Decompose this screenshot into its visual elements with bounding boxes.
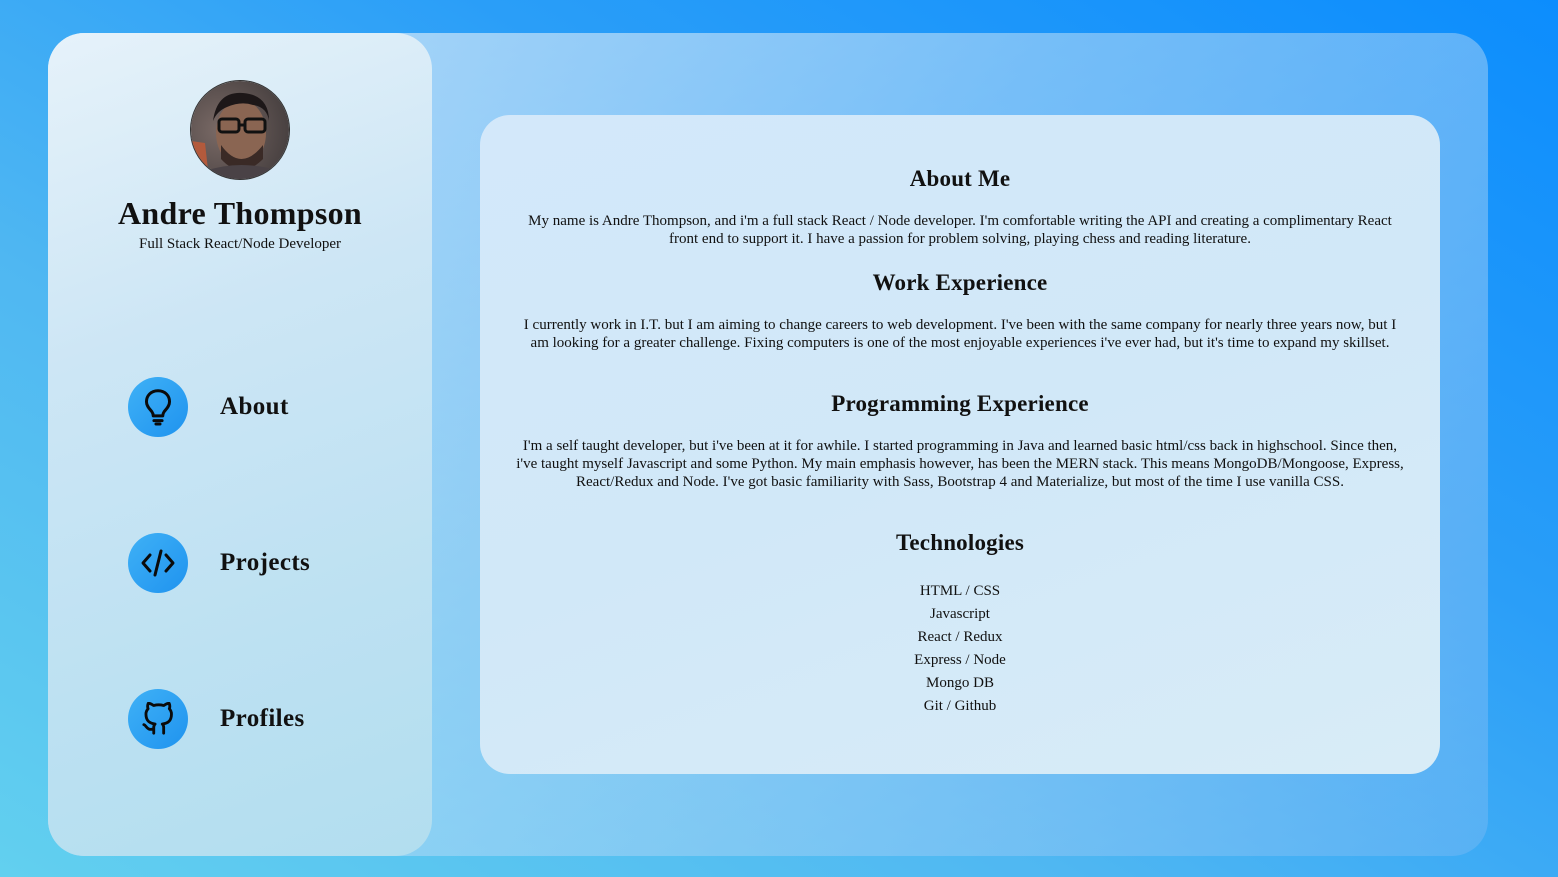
list-item: React / Redux: [917, 629, 1003, 645]
nav-label-projects: Projects: [220, 549, 311, 576]
nav-item-profiles[interactable]: Profiles: [128, 689, 305, 749]
sidebar: Andre Thompson Full Stack React/Node Dev…: [48, 33, 432, 856]
list-item: Express / Node: [914, 652, 1006, 668]
avatar: [190, 80, 290, 180]
programming-experience-text: I'm a self taught developer, but i've be…: [516, 438, 1404, 490]
list-item: Mongo DB: [926, 675, 994, 691]
nav-label-profiles: Profiles: [220, 705, 305, 732]
technologies-heading: Technologies: [895, 530, 1025, 555]
work-experience-heading: Work Experience: [872, 270, 1048, 295]
main-panel: Andre Thompson Full Stack React/Node Dev…: [48, 33, 1488, 856]
list-item: Git / Github: [923, 698, 997, 714]
technologies-list: HTML / CSS Javascript React / Redux Expr…: [480, 580, 1440, 718]
code-icon: [128, 533, 188, 593]
about-me-text: My name is Andre Thompson, and i'm a ful…: [528, 213, 1392, 247]
github-icon: [128, 689, 188, 749]
about-me-heading: About Me: [909, 166, 1011, 191]
nav-item-about[interactable]: About: [128, 377, 289, 437]
lightbulb-icon: [128, 377, 188, 437]
profile-name: Andre Thompson: [118, 195, 362, 231]
nav-item-projects[interactable]: Projects: [128, 533, 310, 593]
list-item: HTML / CSS: [919, 583, 1001, 599]
list-item: Javascript: [930, 606, 990, 622]
about-card: About Me My name is Andre Thompson, and …: [480, 115, 1440, 774]
programming-experience-heading: Programming Experience: [831, 391, 1089, 416]
nav-label-about: About: [220, 393, 289, 420]
profile-role: Full Stack React/Node Developer: [138, 236, 342, 252]
work-experience-text: I currently work in I.T. but I am aiming…: [523, 317, 1397, 351]
